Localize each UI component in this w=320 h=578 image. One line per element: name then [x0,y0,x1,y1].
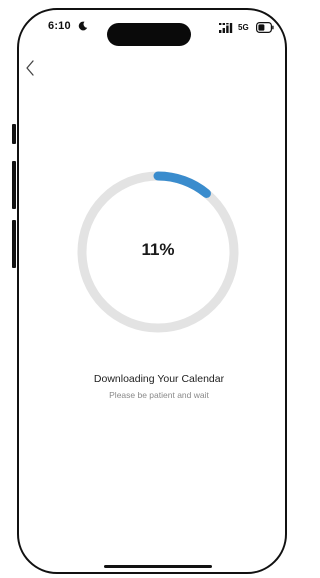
status-time: 6:10 [48,20,71,32]
side-button-mute [12,124,16,144]
chevron-left-icon [26,60,34,76]
side-button-volume-up [12,161,16,209]
progress-percentage: 11% [141,240,175,259]
status-bar: 6:10 5G [0,0,290,46]
network-type: 5G [238,23,249,32]
battery-icon [256,22,274,33]
download-subtitle: Please be patient and wait [109,390,209,400]
moon-icon [78,21,88,31]
phone-screen: 6:10 5G 11% Downloading Your Calendar Pl… [0,0,290,578]
home-indicator [104,565,212,568]
dynamic-island [107,23,191,46]
back-button[interactable] [22,58,40,78]
download-title: Downloading Your Calendar [93,373,225,385]
side-button-volume-down [12,220,16,268]
signal-icon [219,23,233,33]
